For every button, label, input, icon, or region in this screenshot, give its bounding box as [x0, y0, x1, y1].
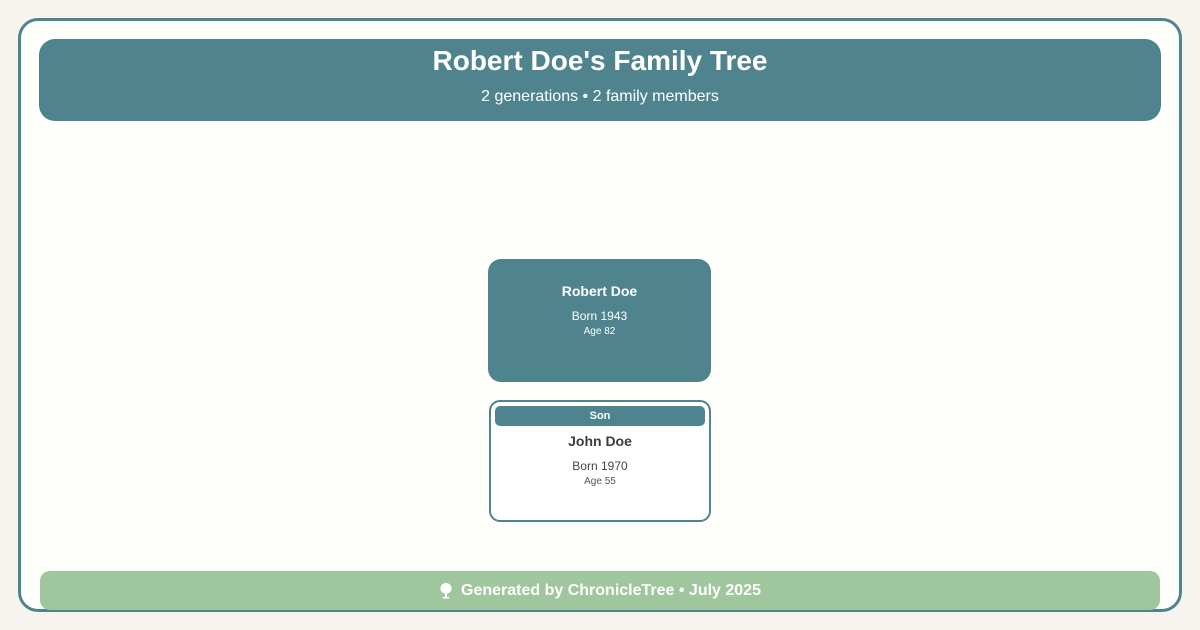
person-age: Age 55 — [584, 476, 616, 487]
family-tree-card: Robert Doe's Family Tree 2 generations •… — [18, 18, 1182, 612]
person-card-root[interactable]: Robert Doe Born 1943 Age 82 — [488, 259, 711, 382]
person-birth-year: Born 1970 — [572, 459, 628, 473]
page-title: Robert Doe's Family Tree — [432, 45, 768, 76]
person-age: Age 82 — [583, 326, 616, 337]
tree-summary: 2 generations • 2 family members — [481, 88, 719, 105]
person-card-child[interactable]: Son John Doe Born 1970 Age 55 — [489, 400, 711, 522]
person-name: Robert Doe — [561, 283, 638, 299]
footer-text: Generated by ChronicleTree • July 2025 — [461, 582, 761, 599]
tree-header: Robert Doe's Family Tree 2 generations •… — [39, 39, 1161, 121]
relation-badge: Son — [495, 406, 705, 426]
generated-footer: Generated by ChronicleTree • July 2025 — [40, 571, 1160, 610]
person-birth-year: Born 1943 — [571, 309, 628, 323]
tree-icon — [440, 582, 452, 598]
person-name: John Doe — [568, 433, 632, 449]
